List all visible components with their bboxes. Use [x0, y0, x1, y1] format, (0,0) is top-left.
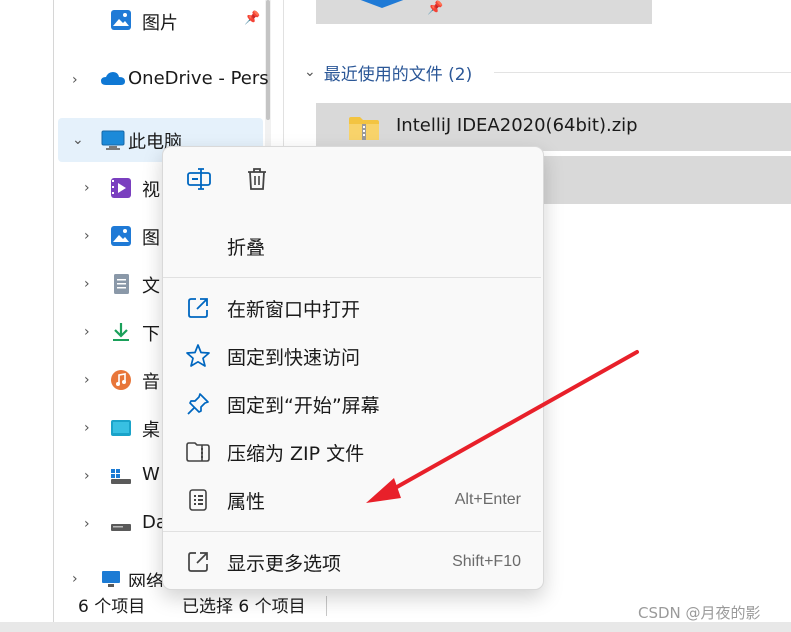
annotation-arrow-icon	[366, 350, 639, 503]
